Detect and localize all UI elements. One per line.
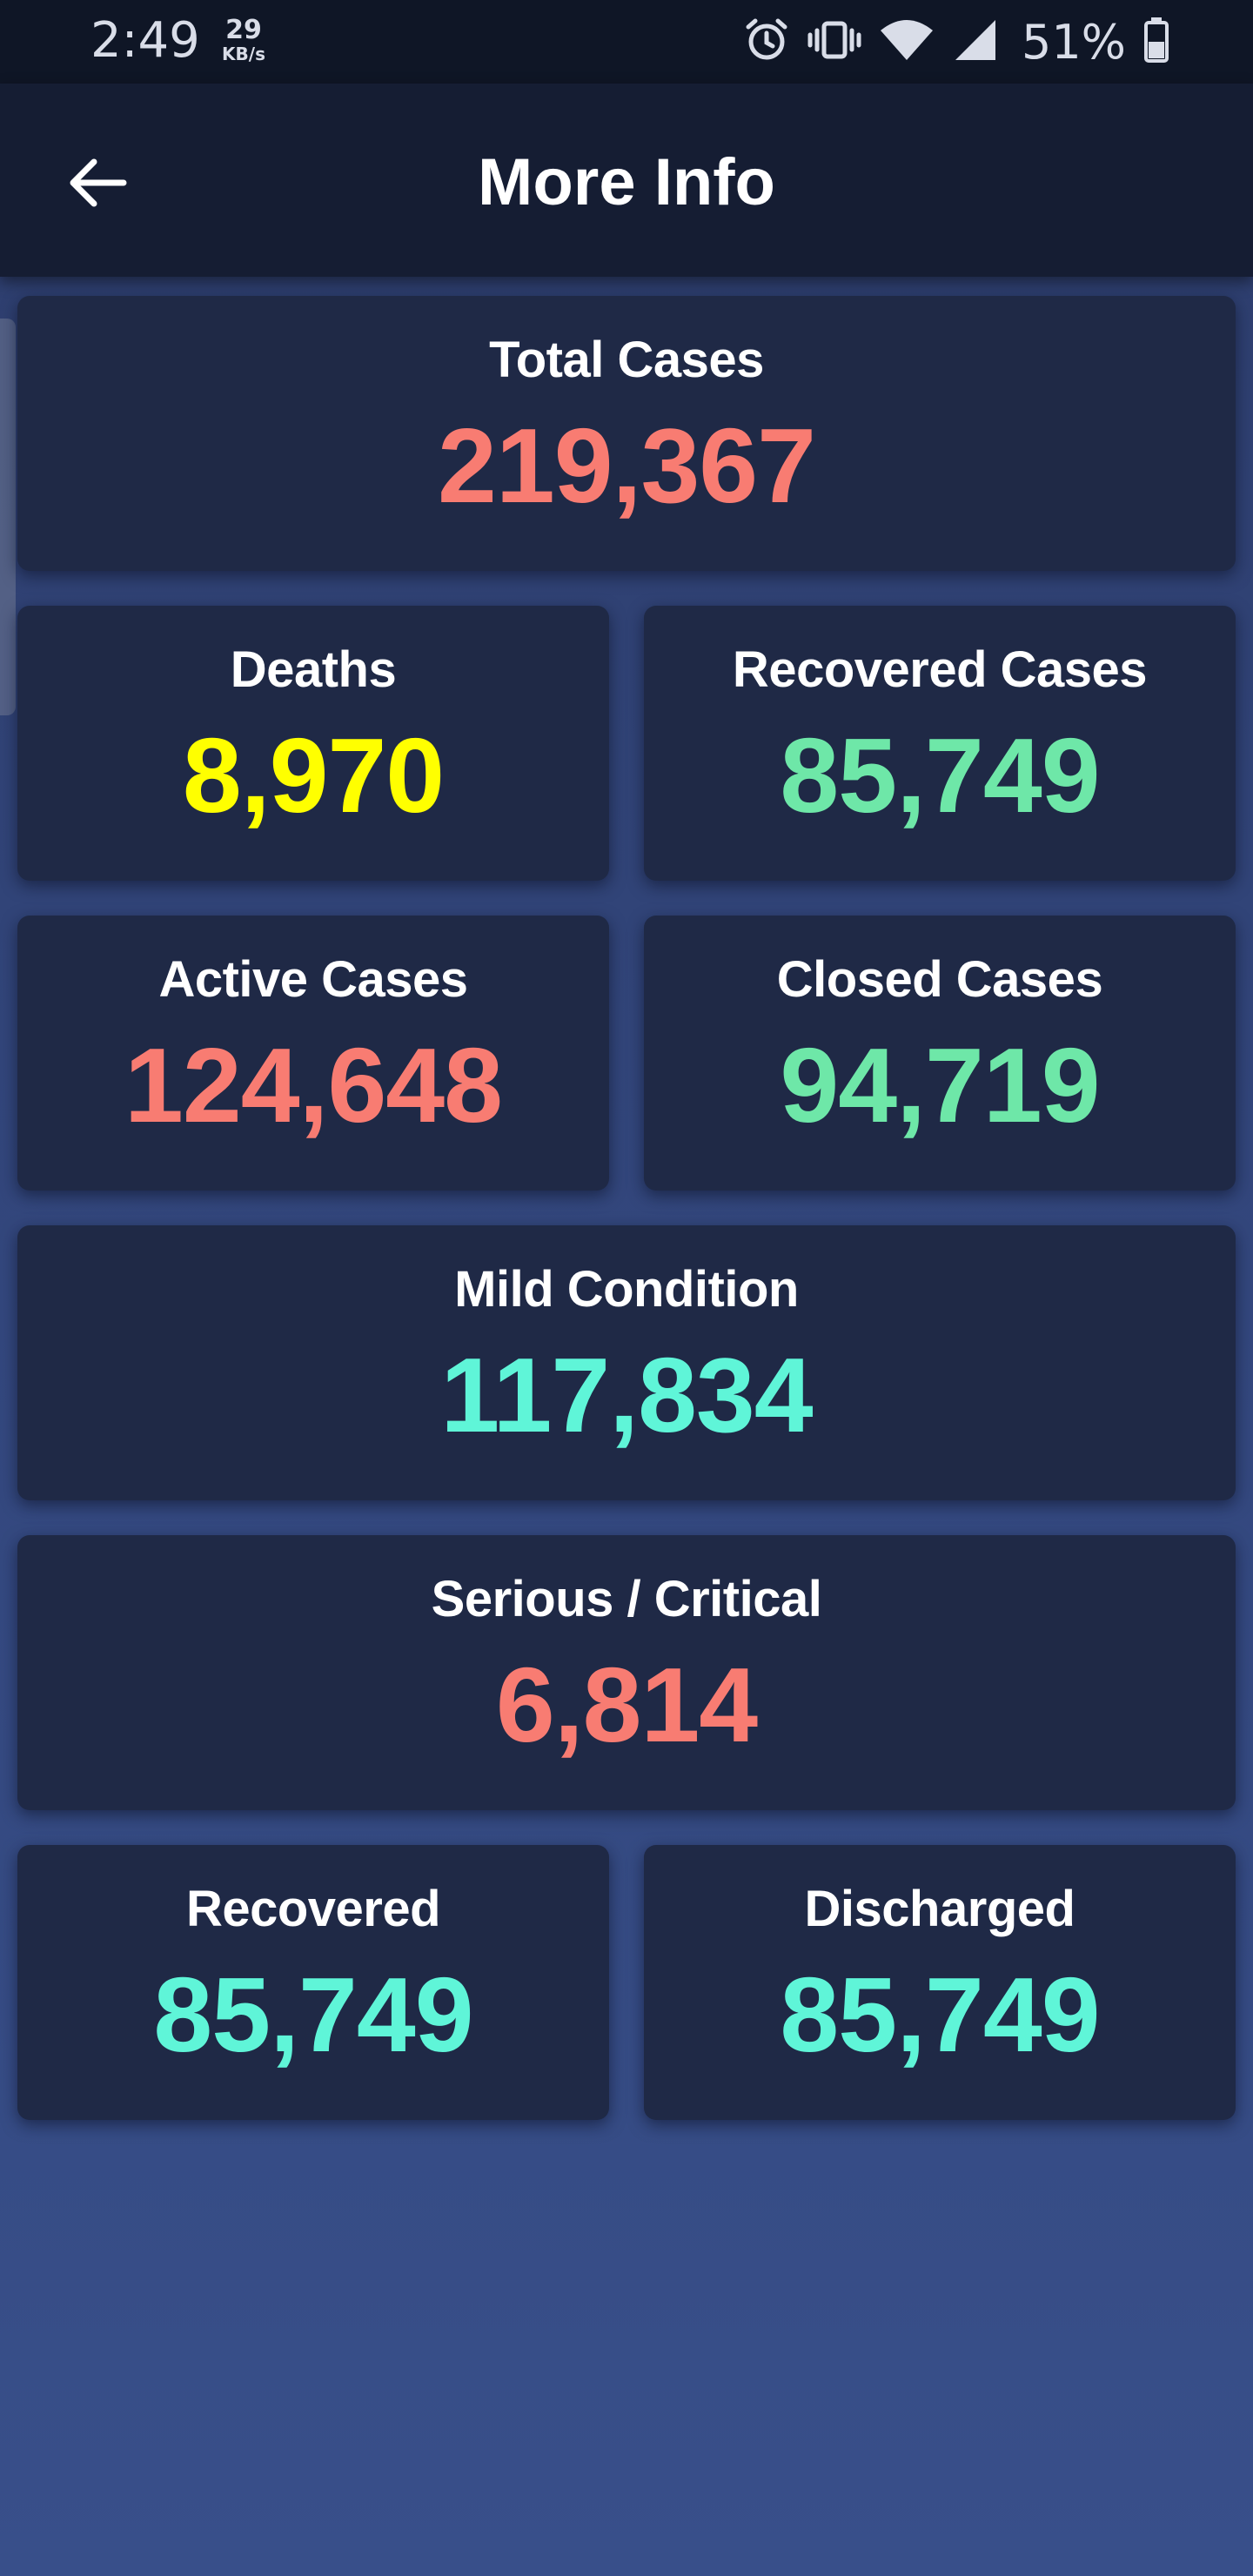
battery-icon	[1143, 17, 1169, 68]
discharged-value: 85,749	[780, 1955, 1100, 2074]
recovered-cases-value: 85,749	[780, 716, 1100, 835]
signal-icon	[952, 17, 999, 68]
status-time: 2:49	[90, 12, 200, 69]
side-drawer-handle[interactable]	[0, 319, 16, 715]
vibrate-icon	[807, 17, 861, 68]
serious-critical-label: Serious / Critical	[431, 1571, 822, 1627]
total-cases-value: 219,367	[438, 406, 816, 525]
app-bar: More Info	[0, 84, 1253, 277]
wifi-icon	[879, 17, 935, 68]
total-cases-card: Total Cases 219,367	[17, 296, 1236, 571]
deaths-value: 8,970	[182, 716, 445, 835]
recovered-cases-card: Recovered Cases 85,749	[644, 606, 1236, 881]
recovered-card: Recovered 85,749	[17, 1845, 609, 2120]
serious-critical-value: 6,814	[495, 1646, 758, 1764]
total-cases-label: Total Cases	[489, 332, 764, 388]
recovered-cases-label: Recovered Cases	[732, 641, 1148, 698]
serious-critical-card: Serious / Critical 6,814	[17, 1535, 1236, 1810]
active-cases-label: Active Cases	[158, 951, 468, 1008]
mild-condition-label: Mild Condition	[454, 1261, 799, 1318]
recovered-value: 85,749	[153, 1955, 473, 2074]
recovered-label: Recovered	[185, 1881, 441, 1937]
alarm-icon	[743, 17, 790, 68]
active-cases-card: Active Cases 124,648	[17, 916, 609, 1191]
closed-cases-card: Closed Cases 94,719	[644, 916, 1236, 1191]
status-bar: 2:49 29 KB/s 51%	[0, 0, 1253, 84]
status-icons: 51%	[743, 14, 1169, 70]
deaths-label: Deaths	[230, 641, 397, 698]
page-title: More Info	[478, 145, 775, 219]
network-speed-value: 29	[225, 15, 262, 45]
battery-percent: 51%	[1021, 14, 1126, 70]
discharged-label: Discharged	[804, 1881, 1075, 1937]
closed-cases-label: Closed Cases	[776, 951, 1103, 1008]
discharged-card: Discharged 85,749	[644, 1845, 1236, 2120]
deaths-card: Deaths 8,970	[17, 606, 609, 881]
network-speed-unit: KB/s	[222, 44, 265, 64]
network-speed: 29 KB/s	[218, 15, 270, 64]
closed-cases-value: 94,719	[780, 1026, 1100, 1144]
active-cases-value: 124,648	[124, 1026, 503, 1144]
mild-condition-card: Mild Condition 117,834	[17, 1225, 1236, 1500]
mild-condition-value: 117,834	[440, 1336, 813, 1454]
